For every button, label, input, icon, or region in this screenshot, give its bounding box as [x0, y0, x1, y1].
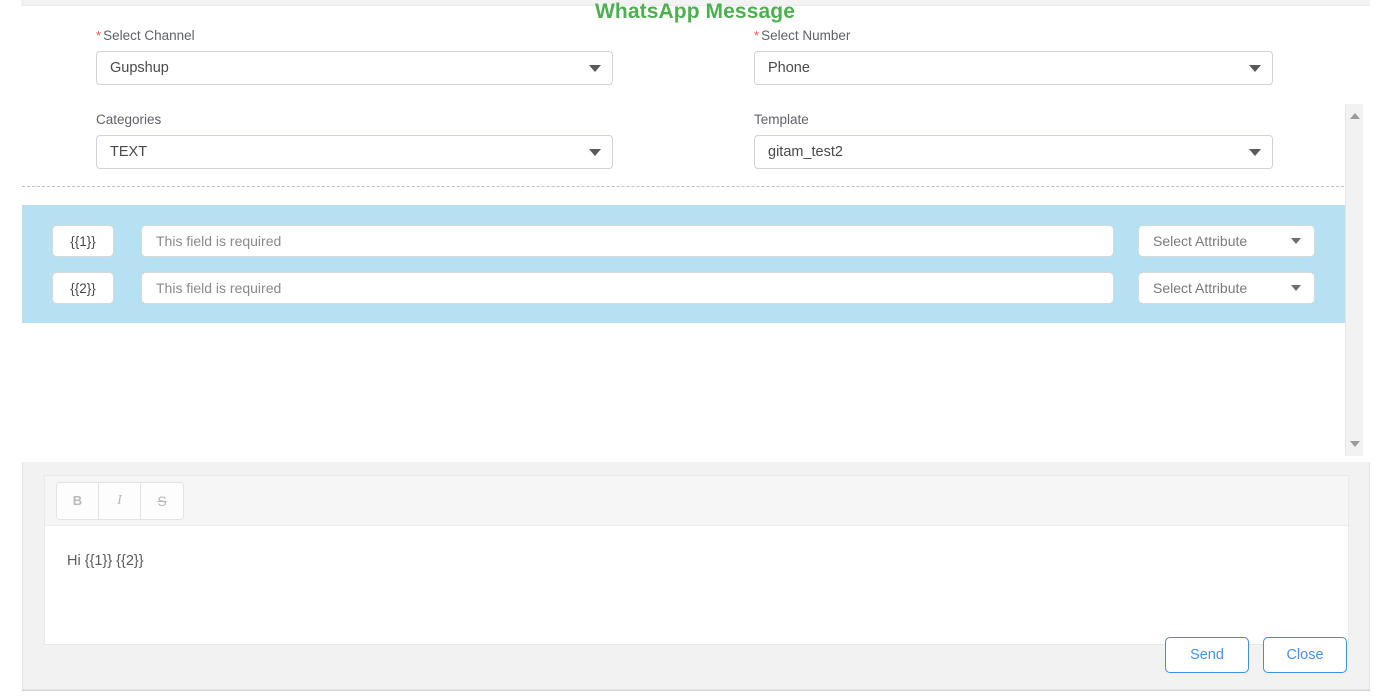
strikethrough-button[interactable]: S [141, 482, 183, 519]
template-dropdown[interactable]: gitam_test2 [754, 135, 1273, 169]
categories-dropdown[interactable]: TEXT [96, 135, 613, 169]
section-divider [22, 186, 1349, 187]
select-attribute-value-1: Select Attribute [1153, 233, 1248, 249]
action-buttons: Send Close [1165, 637, 1347, 673]
select-number-value: Phone [768, 60, 810, 76]
vertical-scrollbar[interactable] [1345, 104, 1363, 456]
required-asterisk: * [754, 28, 760, 43]
rich-text-editor: B I S Hi {{1}} {{2}} [44, 475, 1349, 645]
chevron-down-icon [589, 149, 601, 156]
scroll-up-arrow-icon[interactable] [1349, 113, 1360, 119]
field-label-template: Template [754, 112, 809, 127]
field-select-number: * Select Number Phone [754, 28, 1273, 85]
categories-value: TEXT [110, 144, 148, 160]
variable-value-input-2[interactable] [141, 272, 1114, 304]
select-channel-value: Gupshup [110, 60, 169, 76]
field-categories: Categories TEXT [96, 112, 613, 169]
close-button[interactable]: Close [1263, 637, 1347, 673]
italic-button[interactable]: I [99, 482, 141, 519]
bold-button[interactable]: B [57, 482, 99, 519]
message-editor-panel: B I S Hi {{1}} {{2}} Send Close [22, 462, 1370, 690]
chevron-down-icon [1249, 149, 1261, 156]
template-variables-panel: {{1}} Select Attribute {{2}} Select Attr… [22, 205, 1348, 323]
variable-token-2: {{2}} [52, 272, 114, 304]
variable-row: {{1}} Select Attribute [52, 225, 1315, 257]
field-label-select-channel: * Select Channel [96, 28, 613, 44]
select-channel-dropdown[interactable]: Gupshup [96, 51, 613, 85]
chevron-down-icon [1291, 238, 1301, 244]
field-label-text: Select Channel [103, 28, 195, 43]
field-template: Template gitam_test2 [754, 112, 1273, 169]
required-asterisk: * [96, 28, 102, 43]
field-select-channel: * Select Channel Gupshup [96, 28, 613, 85]
template-value: gitam_test2 [768, 144, 843, 160]
select-attribute-value-2: Select Attribute [1153, 280, 1248, 296]
text-format-group: B I S [56, 481, 184, 520]
message-body-text[interactable]: Hi {{1}} {{2}} [45, 526, 1348, 644]
select-attribute-dropdown-1[interactable]: Select Attribute [1138, 225, 1315, 257]
page-title: WhatsApp Message [595, 0, 795, 23]
variable-row: {{2}} Select Attribute [52, 272, 1315, 304]
field-label-categories: Categories [96, 112, 162, 127]
chevron-down-icon [1291, 285, 1301, 291]
editor-toolbar: B I S [45, 476, 1348, 526]
variable-token-1: {{1}} [52, 225, 114, 257]
field-label-text: Select Number [761, 28, 851, 43]
chevron-down-icon [589, 65, 601, 72]
chevron-down-icon [1249, 65, 1261, 72]
scroll-down-arrow-icon[interactable] [1349, 441, 1360, 447]
field-label-select-number: * Select Number [754, 28, 1273, 44]
send-button[interactable]: Send [1165, 637, 1249, 673]
select-attribute-dropdown-2[interactable]: Select Attribute [1138, 272, 1315, 304]
variable-value-input-1[interactable] [141, 225, 1114, 257]
select-number-dropdown[interactable]: Phone [754, 51, 1273, 85]
